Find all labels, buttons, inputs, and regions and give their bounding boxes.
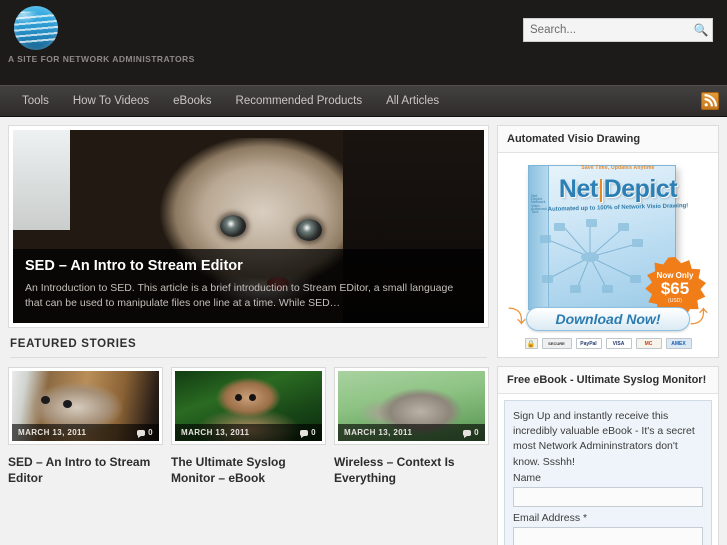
ad-widget-body: Net Depict Network Visio Automation Tool… (498, 153, 718, 357)
card-image-frame[interactable]: MARCH 13, 2011 0 (8, 367, 163, 445)
nav-item-how-to-videos[interactable]: How To Videos (61, 86, 161, 116)
nav-item-ebooks[interactable]: eBooks (161, 86, 223, 116)
card-title[interactable]: Wireless – Context Is Everything (334, 454, 489, 486)
site-header: A SITE FOR NETWORK ADMINISTRATORS 🔍 (0, 0, 727, 85)
arrow-left-icon: ⤵ (508, 307, 526, 327)
hero-article[interactable]: SED – An Intro to Stream Editor An Intro… (13, 130, 484, 323)
download-now-button[interactable]: Download Now! (526, 307, 690, 331)
brand[interactable]: A SITE FOR NETWORK ADMINISTRATORS (8, 6, 195, 64)
sidebar: Automated Visio Drawing Net Depict Netwo… (497, 125, 719, 545)
product-name-depict: Depict (603, 175, 678, 203)
card-comments: 0 (300, 428, 316, 438)
net-depict-banner[interactable]: Net Depict Network Visio Automation Tool… (504, 159, 712, 351)
card-meta: MARCH 13, 2011 0 (175, 424, 322, 441)
card-comments: 0 (463, 428, 479, 438)
featured-stories-heading: FEATURED STORIES (10, 338, 487, 358)
signup-widget-heading: Free eBook - Ultimate Syslog Monitor! (498, 367, 718, 394)
mastercard-icon: MC (635, 338, 662, 349)
hero-title[interactable]: SED – An Intro to Stream Editor (25, 258, 472, 275)
email-field[interactable] (513, 526, 703, 545)
card-date: MARCH 13, 2011 (181, 428, 250, 437)
card-comment-count: 0 (148, 428, 153, 437)
ad-widget: Automated Visio Drawing Net Depict Netwo… (497, 125, 719, 358)
ad-widget-heading: Automated Visio Drawing (498, 126, 718, 153)
signup-form: Sign Up and instantly receive this incre… (504, 400, 712, 545)
card-title[interactable]: SED – An Intro to Stream Editor (8, 454, 163, 486)
kitten-eye-left (220, 214, 247, 237)
payment-icons: 🔒 SECURE PayPal VISA MC AMEX (518, 338, 698, 349)
page-body: SED – An Intro to Stream Editor An Intro… (0, 117, 727, 545)
card-meta: MARCH 13, 2011 0 (338, 424, 485, 441)
signup-widget: Free eBook - Ultimate Syslog Monitor! Si… (497, 366, 719, 545)
badge-price: $65 (660, 278, 690, 298)
comment-bubble-icon (137, 429, 146, 438)
main-column: SED – An Intro to Stream Editor An Intro… (8, 125, 489, 545)
name-field[interactable] (513, 486, 703, 507)
main-navigation: Tools How To Videos eBooks Recommended P… (0, 85, 727, 117)
ad-top-text: Save Time, Updates Anytime (581, 165, 655, 171)
rss-icon[interactable] (701, 92, 719, 110)
lock-icon: 🔒 (524, 338, 538, 349)
card-date: MARCH 13, 2011 (18, 428, 87, 437)
site-tagline: A SITE FOR NETWORK ADMINISTRATORS (8, 54, 195, 64)
hero-excerpt: An Introduction to SED. This article is … (25, 281, 454, 310)
card-image-frame[interactable]: MARCH 13, 2011 0 (171, 367, 326, 445)
network-diagram-graphic (540, 219, 643, 293)
card-date: MARCH 13, 2011 (344, 428, 413, 437)
product-name-net: Net (558, 175, 598, 203)
email-label: Email Address * (513, 511, 588, 524)
comment-bubble-icon (463, 429, 472, 438)
comment-bubble-icon (300, 429, 309, 438)
nav-item-all-articles[interactable]: All Articles (374, 86, 451, 116)
card-title[interactable]: The Ultimate Syslog Monitor – eBook (171, 454, 326, 486)
paypal-icon: PayPal (575, 338, 602, 349)
visa-icon: VISA (605, 338, 632, 349)
page-root: A SITE FOR NETWORK ADMINISTRATORS 🔍 Tool… (0, 0, 727, 545)
nav-item-tools[interactable]: Tools (10, 86, 61, 116)
secure-badge-icon: SECURE (541, 338, 572, 349)
badge-currency: (USD) (668, 298, 682, 305)
card-comment-count: 0 (311, 428, 316, 437)
card-image-frame[interactable]: MARCH 13, 2011 0 (334, 367, 489, 445)
product-logo: Net|Depict (528, 175, 708, 204)
featured-card[interactable]: MARCH 13, 2011 0 Wireless – Context Is E… (334, 367, 489, 486)
featured-cards: MARCH 13, 2011 0 SED – An Intro to Strea… (8, 367, 489, 486)
signup-widget-body: Sign Up and instantly receive this incre… (498, 394, 718, 545)
arrow-right-icon: ⤴ (690, 307, 708, 327)
search-input[interactable] (524, 19, 690, 41)
card-comments: 0 (137, 428, 153, 438)
hero-panel: SED – An Intro to Stream Editor An Intro… (8, 125, 489, 328)
card-comment-count: 0 (474, 428, 479, 437)
globe-icon (14, 6, 58, 50)
amex-icon: AMEX (665, 338, 692, 349)
signup-description: Sign Up and instantly receive this incre… (513, 410, 695, 468)
name-label: Name (513, 471, 542, 484)
search-icon[interactable]: 🔍 (690, 24, 712, 36)
kitten-eye-right (295, 218, 322, 241)
nav-item-recommended-products[interactable]: Recommended Products (224, 86, 375, 116)
card-meta: MARCH 13, 2011 0 (12, 424, 159, 441)
featured-card[interactable]: MARCH 13, 2011 0 The Ultimate Syslog Mon… (171, 367, 326, 486)
featured-card[interactable]: MARCH 13, 2011 0 SED – An Intro to Strea… (8, 367, 163, 486)
hero-overlay: SED – An Intro to Stream Editor An Intro… (13, 249, 484, 323)
search-box[interactable]: 🔍 (523, 18, 713, 42)
